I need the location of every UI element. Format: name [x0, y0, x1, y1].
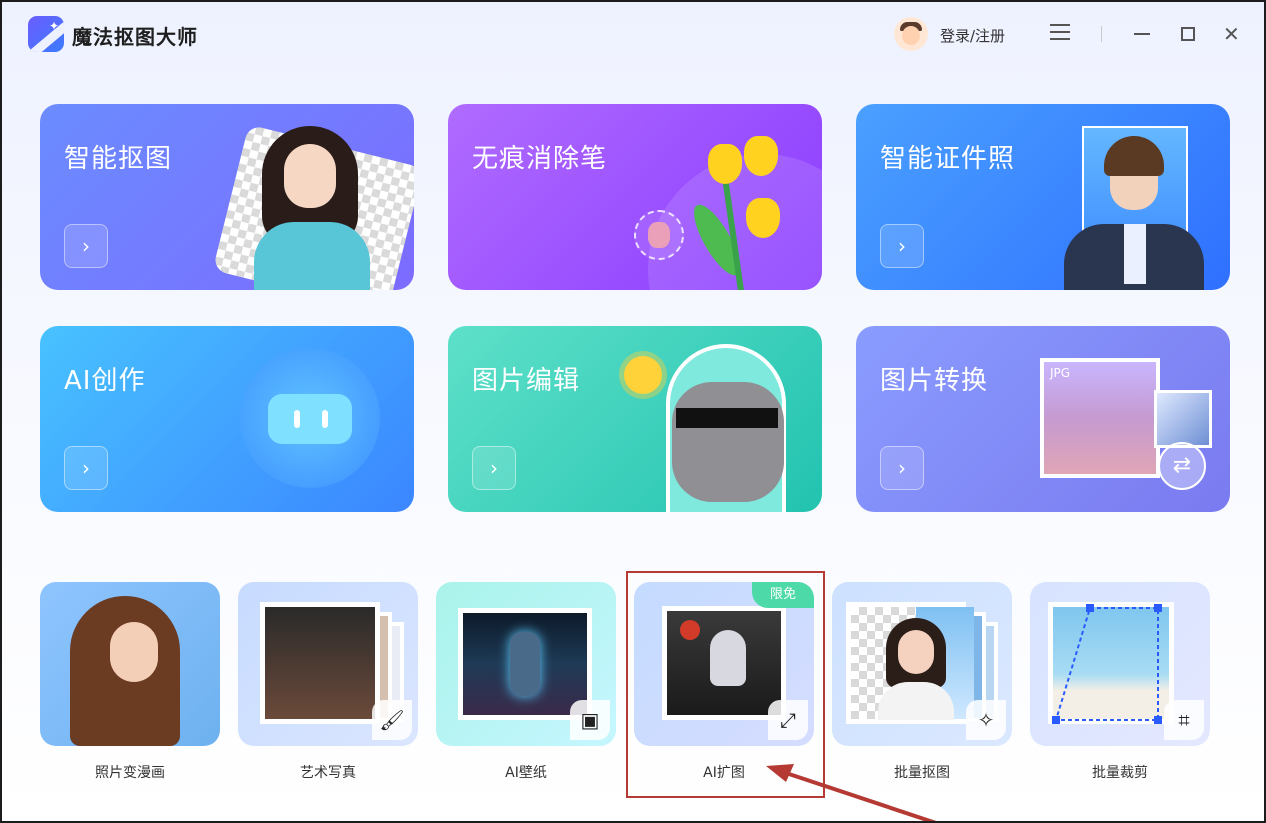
robot-eye: [322, 410, 328, 428]
robot-figure-graphic: [510, 632, 540, 696]
tool-photo-to-comic[interactable]: 照片变漫画: [40, 582, 220, 792]
chevron-right-icon[interactable]: ›: [472, 446, 516, 490]
magic-wand-icon: ✧: [966, 700, 1006, 740]
titlebar-divider: [1101, 26, 1102, 42]
convert-swap-icon: ⇄: [1158, 442, 1206, 490]
user-avatar[interactable]: [894, 17, 928, 51]
feature-card-ai-create[interactable]: AI创作 ›: [40, 326, 414, 512]
jpg-tag: JPG: [1050, 366, 1071, 380]
tool-batch-crop[interactable]: ⌗ 批量裁剪: [1030, 582, 1210, 792]
tool-ai-wallpaper[interactable]: ▣ AI壁纸: [436, 582, 616, 792]
tool-thumbnail[interactable]: ▣: [436, 582, 616, 746]
shirt-graphic: [1124, 224, 1146, 284]
tool-label: 照片变漫画: [95, 765, 165, 781]
feature-card-id-photo[interactable]: 智能证件照 ›: [856, 104, 1230, 290]
chevron-right-icon[interactable]: ›: [880, 224, 924, 268]
tulip-graphic: [744, 136, 778, 176]
app-title: 魔法抠图大师: [72, 25, 198, 49]
feature-title: AI创作: [64, 366, 146, 396]
robot-face-graphic: [268, 394, 352, 444]
maximize-icon[interactable]: [1181, 27, 1195, 41]
feature-title: 图片编辑: [472, 366, 581, 396]
image-icon: ▣: [570, 700, 610, 740]
tool-thumbnail[interactable]: [40, 582, 220, 746]
hamburger-icon[interactable]: [1050, 24, 1070, 44]
portrait-face: [898, 630, 934, 674]
feature-card-smart-cutout[interactable]: 智能抠图 ›: [40, 104, 414, 290]
feature-card-eraser-pen[interactable]: 无痕消除笔: [448, 104, 822, 290]
tool-thumbnail[interactable]: ✧: [832, 582, 1012, 746]
feature-title: 无痕消除笔: [472, 144, 608, 174]
feature-card-image-edit[interactable]: 图片编辑 ›: [448, 326, 822, 512]
feature-title: 图片转换: [880, 366, 989, 396]
pink-tulip-graphic: [648, 222, 670, 248]
tool-label: 艺术写真: [300, 765, 356, 781]
tulip-graphic: [746, 198, 780, 238]
robot-eye: [294, 410, 300, 428]
chevron-right-icon[interactable]: ›: [64, 224, 108, 268]
tool-label: 批量抠图: [894, 765, 950, 781]
crop-icon: ⌗: [1164, 700, 1204, 740]
feature-title: 智能证件照: [880, 144, 1016, 174]
chevron-right-icon[interactable]: ›: [880, 446, 924, 490]
sun-sticker-icon: [624, 356, 662, 394]
brush-icon: 🖌: [372, 700, 412, 740]
tool-label: 批量裁剪: [1092, 765, 1148, 781]
tool-art-portrait[interactable]: 🖌 艺术写真: [238, 582, 418, 792]
tulip-graphic: [708, 144, 742, 184]
tool-thumbnail[interactable]: 🖌: [238, 582, 418, 746]
app-logo-icon: ✦: [28, 16, 64, 52]
portrait-face: [110, 622, 158, 682]
tool-thumbnail[interactable]: ⌗: [1030, 582, 1210, 746]
feature-title: 智能抠图: [64, 144, 173, 174]
chevron-right-icon[interactable]: ›: [64, 446, 108, 490]
cat-graphic: [672, 382, 784, 502]
feature-card-image-convert[interactable]: JPG ⇄ 图片转换 ›: [856, 326, 1230, 512]
portrait-body: [878, 682, 954, 720]
thumbnail-photo-graphic: [1154, 390, 1212, 448]
minimize-icon[interactable]: [1134, 33, 1150, 35]
tool-batch-cutout[interactable]: ✧ 批量抠图: [832, 582, 1012, 792]
close-icon[interactable]: ✕: [1223, 24, 1240, 44]
highlight-box: [626, 571, 825, 798]
portrait-face: [284, 144, 336, 208]
portrait-body: [254, 222, 370, 290]
app-window: ✦ 魔法抠图大师 登录/注册 ✕ 智能抠图 › 无痕消除笔 智能证件照 › AI…: [0, 0, 1266, 823]
tool-label: AI壁纸: [505, 765, 547, 781]
art-portrait-picture: [260, 602, 380, 724]
login-register-link[interactable]: 登录/注册: [940, 25, 1005, 46]
pixel-sunglasses-graphic: [676, 408, 778, 428]
